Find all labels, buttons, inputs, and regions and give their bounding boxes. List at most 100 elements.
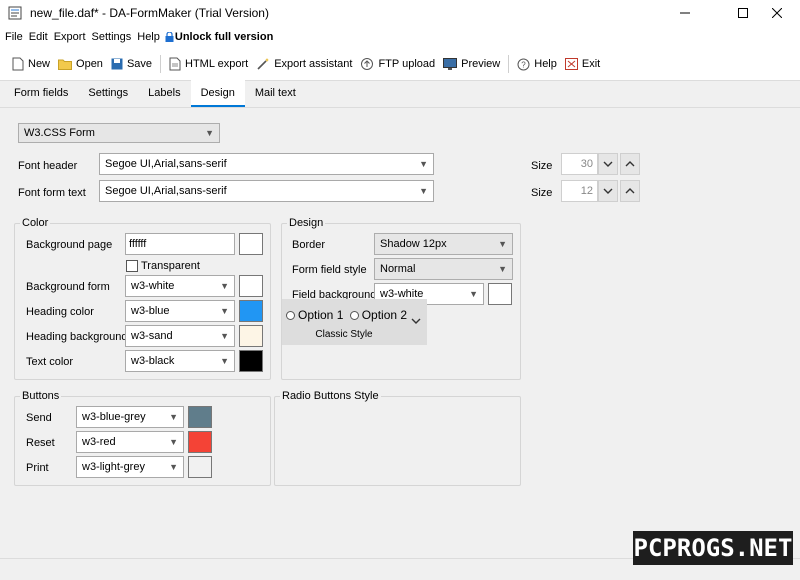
font-text-select[interactable]: Segoe UI,Arial,sans-serif ▼ (99, 180, 434, 202)
chevron-down-icon: ▼ (498, 239, 507, 249)
ftp-upload-button[interactable]: FTP upload (356, 53, 439, 75)
border-select[interactable]: Shadow 12px ▼ (374, 233, 513, 255)
bg-page-input[interactable]: ffffff (125, 233, 235, 255)
heading-color-swatch[interactable] (239, 300, 263, 322)
text-color-label: Text color (26, 356, 74, 368)
heading-bg-select[interactable]: w3-sand ▼ (125, 325, 235, 347)
text-color-swatch[interactable] (239, 350, 263, 372)
radio-style-select[interactable]: Option 1 Option 2 Classic Style (282, 299, 427, 345)
export-assistant-button[interactable]: Export assistant (252, 53, 356, 75)
template-select[interactable]: W3.CSS Form ▼ (18, 123, 220, 143)
heading-bg-value: w3-sand (131, 330, 173, 342)
open-label: Open (76, 58, 103, 70)
send-label: Send (26, 412, 52, 424)
preview-button[interactable]: Preview (439, 53, 504, 75)
field-style-select[interactable]: Normal ▼ (374, 258, 513, 280)
bg-form-swatch[interactable] (239, 275, 263, 297)
header-size-increase-button[interactable] (620, 153, 640, 175)
chevron-up-icon (625, 161, 635, 167)
send-color-select[interactable]: w3-blue-grey ▼ (76, 406, 184, 428)
text-size-decrease-button[interactable] (598, 180, 618, 202)
heading-color-value: w3-blue (131, 305, 170, 317)
header-size-decrease-button[interactable] (598, 153, 618, 175)
menu-settings[interactable]: Settings (89, 31, 135, 43)
reset-color-value: w3-red (82, 436, 116, 448)
folder-icon (58, 59, 73, 70)
text-color-select[interactable]: w3-black ▼ (125, 350, 235, 372)
chevron-down-icon: ▼ (419, 186, 428, 196)
font-header-select[interactable]: Segoe UI,Arial,sans-serif ▼ (99, 153, 434, 175)
field-style-label: Form field style (292, 264, 367, 276)
toolbar-separator (508, 55, 510, 73)
heading-color-label: Heading color (26, 306, 94, 318)
open-button[interactable]: Open (54, 53, 107, 75)
tab-design[interactable]: Design (190, 80, 245, 107)
chevron-down-icon (411, 318, 421, 324)
menu-export[interactable]: Export (51, 31, 89, 43)
save-label: Save (126, 58, 153, 70)
help-button[interactable]: ? Help (513, 53, 561, 75)
exit-button[interactable]: Exit (561, 53, 604, 75)
tab-settings[interactable]: Settings (78, 80, 138, 107)
tab-labels[interactable]: Labels (138, 80, 190, 107)
font-header-value: Segoe UI,Arial,sans-serif (105, 158, 227, 170)
border-label: Border (292, 239, 326, 251)
design-group-title: Design (287, 217, 326, 229)
text-size-value[interactable]: 12 (561, 180, 598, 202)
reset-color-swatch[interactable] (188, 431, 212, 453)
heading-bg-label: Heading background (26, 331, 128, 343)
ftp-upload-label: FTP upload (378, 58, 436, 70)
radio-option-2 (349, 311, 359, 320)
chevron-down-icon: ▼ (169, 412, 178, 422)
watermark: PCPROGS.NET (633, 531, 793, 565)
help-label: Help (534, 58, 557, 70)
chevron-down-icon: ▼ (220, 281, 229, 291)
unlock-label: Unlock full version (174, 31, 274, 43)
maximize-icon (738, 8, 748, 18)
minimize-icon (680, 12, 690, 14)
text-size-increase-button[interactable] (620, 180, 640, 202)
title-bar: new_file.daf* - DA-FormMaker (Trial Vers… (0, 0, 800, 26)
save-button[interactable]: Save (107, 53, 156, 75)
menu-file[interactable]: File (0, 31, 26, 43)
minimize-button[interactable] (662, 0, 708, 26)
send-color-swatch[interactable] (188, 406, 212, 428)
field-bg-swatch[interactable] (488, 283, 512, 305)
tab-form-fields[interactable]: Form fields (4, 80, 78, 107)
html-export-button[interactable]: HTML export (165, 53, 252, 75)
close-button[interactable] (754, 0, 800, 26)
lock-icon (165, 32, 174, 42)
toolbar: New Open Save HTML export Export assista… (0, 52, 800, 76)
bg-form-select[interactable]: w3-white ▼ (125, 275, 235, 297)
exit-label: Exit (581, 58, 601, 70)
chevron-down-icon: ▼ (498, 264, 507, 274)
menu-unlock[interactable]: Unlock full version (163, 31, 273, 43)
heading-color-select[interactable]: w3-blue ▼ (125, 300, 235, 322)
chevron-down-icon: ▼ (469, 289, 478, 299)
new-button[interactable]: New (8, 53, 54, 75)
menu-edit[interactable]: Edit (26, 31, 51, 43)
radio-style-group: Radio Buttons Style (274, 390, 521, 486)
bg-page-swatch[interactable] (239, 233, 263, 255)
field-style-value: Normal (380, 263, 416, 275)
border-value: Shadow 12px (380, 238, 447, 250)
print-color-swatch[interactable] (188, 456, 212, 478)
transparent-checkbox[interactable] (126, 260, 138, 272)
menu-help[interactable]: Help (134, 31, 163, 43)
reset-color-select[interactable]: w3-red ▼ (76, 431, 184, 453)
font-text-value: Segoe UI,Arial,sans-serif (105, 185, 227, 197)
color-group-title: Color (20, 217, 51, 229)
reset-label: Reset (26, 437, 55, 449)
print-color-select[interactable]: w3-light-grey ▼ (76, 456, 184, 478)
transparent-label: Transparent (141, 260, 200, 272)
heading-bg-swatch[interactable] (239, 325, 263, 347)
print-color-value: w3-light-grey (82, 461, 145, 473)
tab-mail-text[interactable]: Mail text (245, 80, 306, 107)
preview-label: Preview (461, 58, 501, 70)
floppy-icon (111, 58, 123, 70)
new-label: New (28, 58, 51, 70)
monitor-icon (443, 57, 458, 70)
chevron-down-icon: ▼ (419, 159, 428, 169)
header-size-value[interactable]: 30 (561, 153, 598, 175)
text-color-value: w3-black (131, 355, 175, 367)
